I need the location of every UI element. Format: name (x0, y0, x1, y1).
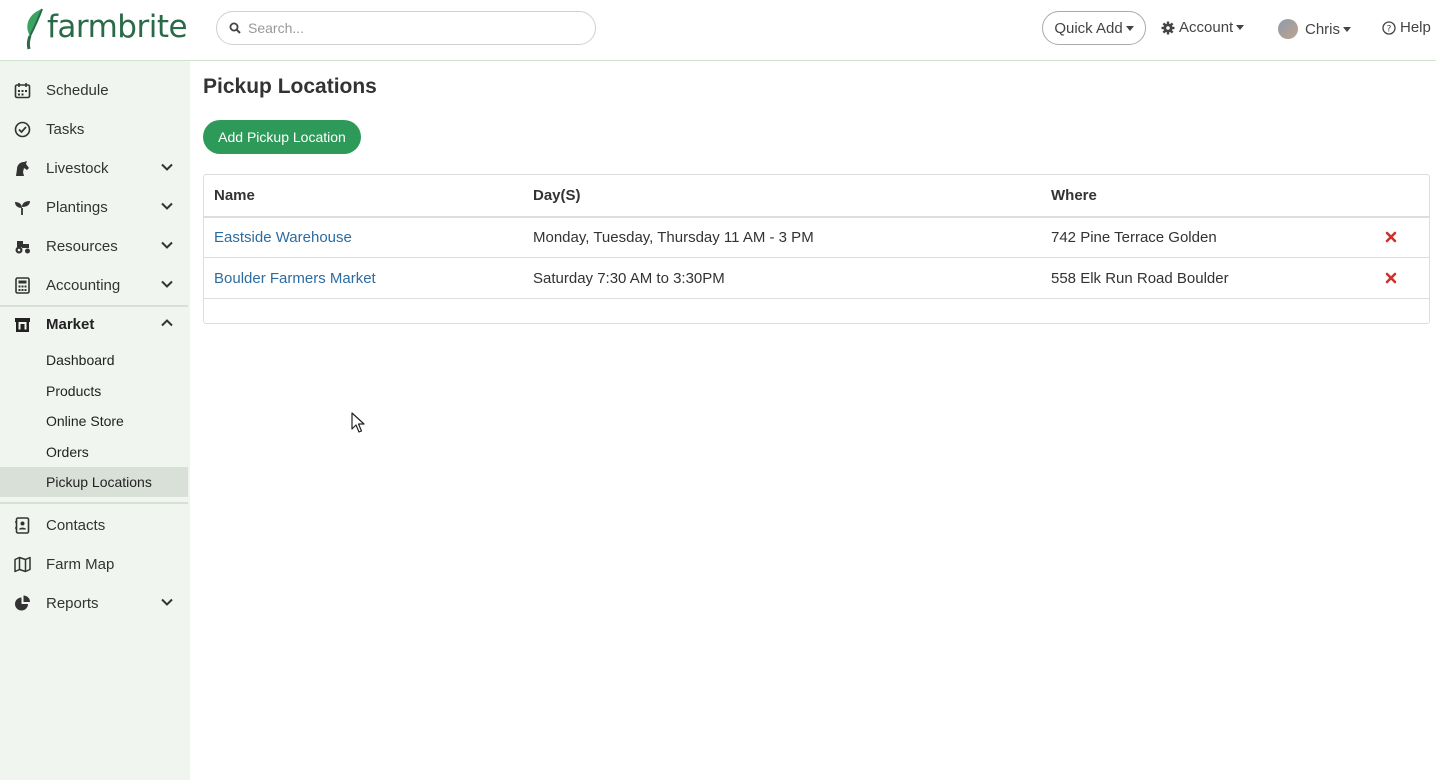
sidebar-item-label: Farm Map (46, 556, 115, 573)
sidebar-subitem-label: Online Store (46, 413, 124, 429)
chevron-up-icon (161, 319, 173, 327)
help-link[interactable]: ? Help (1382, 19, 1431, 36)
sidebar-item-plantings[interactable]: Plantings (0, 188, 190, 227)
user-menu[interactable]: Chris (1278, 19, 1352, 39)
gear-icon (1161, 21, 1175, 34)
delete-icon[interactable] (1385, 231, 1397, 243)
quick-add-label: Quick Add (1054, 19, 1123, 37)
chevron-down-icon (161, 598, 173, 606)
sidebar-item-label: Plantings (46, 199, 108, 216)
top-navbar: farmbrite Quick Add Account Chris (0, 0, 1436, 61)
sidebar-subitem-products[interactable]: Products (0, 376, 188, 406)
sidebar-subitem-online-store[interactable]: Online Store (0, 406, 188, 436)
pie-chart-icon (15, 595, 30, 611)
location-address: 742 Pine Terrace Golden (1051, 229, 1217, 246)
leaf-logo-icon (26, 8, 43, 50)
question-circle-icon: ? (1382, 20, 1396, 35)
caret-down-icon (1125, 25, 1134, 31)
sidebar-subitem-label: Products (46, 383, 102, 399)
sidebar-subitem-label: Pickup Locations (46, 474, 152, 490)
horse-icon (16, 161, 29, 176)
account-label: Account (1179, 19, 1234, 36)
address-book-icon (15, 517, 30, 534)
search-input[interactable] (248, 20, 568, 36)
sidebar-item-reports[interactable]: Reports (0, 584, 190, 623)
sidebar-item-market[interactable]: Market (0, 305, 190, 344)
sidebar: Schedule Tasks Livestock Plantings Resou… (0, 61, 190, 780)
table-row: Eastside Warehouse Monday, Tuesday, Thur… (204, 217, 1429, 258)
caret-down-icon (1236, 25, 1245, 30)
divider (0, 502, 188, 504)
chevron-down-icon (161, 163, 173, 171)
avatar (1278, 19, 1298, 39)
column-header-where[interactable]: Where (1051, 187, 1097, 204)
location-address: 558 Elk Run Road Boulder (1051, 270, 1229, 287)
table-row: Boulder Farmers Market Saturday 7:30 AM … (204, 258, 1429, 299)
map-icon (14, 556, 31, 573)
sidebar-item-contacts[interactable]: Contacts (0, 506, 190, 545)
sidebar-item-label: Resources (46, 238, 118, 255)
search-icon (229, 22, 241, 34)
location-days: Saturday 7:30 AM to 3:30PM (533, 270, 725, 287)
sidebar-item-label: Accounting (46, 277, 121, 294)
column-header-days[interactable]: Day(S) (533, 187, 581, 204)
search-box[interactable] (216, 11, 596, 45)
sidebar-subitem-label: Orders (46, 444, 89, 460)
check-circle-icon (14, 121, 31, 138)
seedling-icon (15, 201, 30, 215)
add-pickup-location-button[interactable]: Add Pickup Location (203, 120, 361, 154)
caret-down-icon (1343, 26, 1352, 32)
sidebar-subitem-pickup-locations[interactable]: Pickup Locations (0, 467, 188, 497)
quick-add-button[interactable]: Quick Add (1042, 11, 1146, 45)
sidebar-item-label: Reports (46, 595, 99, 612)
sidebar-subitem-dashboard[interactable]: Dashboard (0, 345, 188, 375)
svg-text:?: ? (1387, 24, 1392, 34)
mouse-cursor-icon (351, 412, 365, 433)
sidebar-item-label: Market (46, 316, 95, 333)
column-header-name[interactable]: Name (214, 187, 255, 204)
sidebar-item-label: Tasks (46, 121, 85, 138)
help-label: Help (1400, 19, 1431, 36)
pickup-locations-table: Name Day(S) Where Eastside Warehouse Mon… (203, 174, 1430, 324)
chevron-down-icon (161, 280, 173, 288)
location-name-link[interactable]: Boulder Farmers Market (214, 270, 376, 287)
calculator-icon (15, 277, 30, 294)
brand-name: farmbrite (47, 9, 188, 45)
sidebar-item-label: Livestock (46, 160, 109, 177)
sidebar-subitem-orders[interactable]: Orders (0, 437, 188, 467)
tractor-icon (15, 241, 30, 254)
sidebar-item-accounting[interactable]: Accounting (0, 266, 190, 305)
sidebar-item-label: Contacts (46, 517, 106, 534)
user-name: Chris (1305, 20, 1341, 38)
store-icon (15, 318, 30, 332)
sidebar-item-label: Schedule (46, 82, 109, 99)
sidebar-item-livestock[interactable]: Livestock (0, 149, 190, 188)
sidebar-item-tasks[interactable]: Tasks (0, 110, 190, 149)
sidebar-item-resources[interactable]: Resources (0, 227, 190, 266)
sidebar-item-farm-map[interactable]: Farm Map (0, 545, 190, 584)
calendar-icon (14, 83, 31, 99)
chevron-down-icon (161, 241, 173, 249)
sidebar-item-schedule[interactable]: Schedule (0, 71, 190, 110)
chevron-down-icon (161, 202, 173, 210)
page-title: Pickup Locations (203, 75, 377, 98)
location-days: Monday, Tuesday, Thursday 11 AM - 3 PM (533, 229, 814, 246)
delete-icon[interactable] (1385, 272, 1397, 284)
account-menu[interactable]: Account (1161, 19, 1245, 36)
location-name-link[interactable]: Eastside Warehouse (214, 229, 352, 246)
farmbrite-logo[interactable]: farmbrite (22, 8, 188, 50)
sidebar-subitem-label: Dashboard (46, 352, 115, 368)
